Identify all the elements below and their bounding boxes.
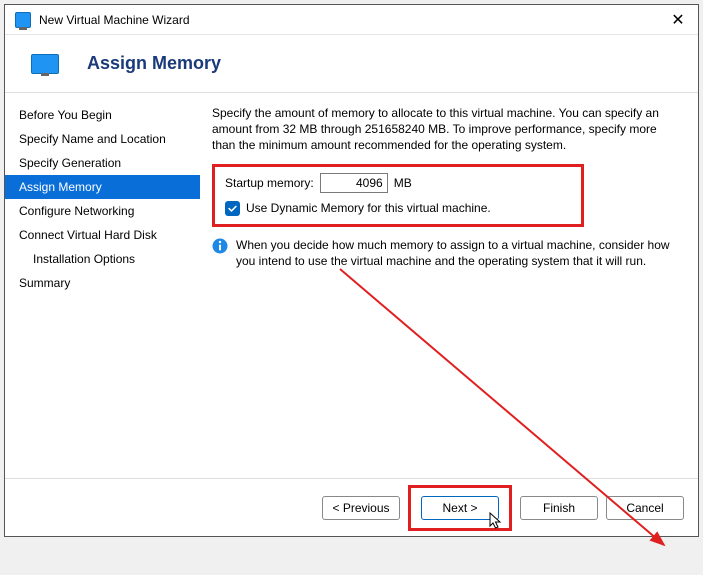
window-title: New Virtual Machine Wizard — [39, 13, 668, 27]
dynamic-memory-checkbox[interactable] — [225, 201, 240, 216]
wizard-window: New Virtual Machine Wizard ✕ Assign Memo… — [4, 4, 699, 537]
startup-memory-label: Startup memory: — [225, 176, 314, 190]
content-pane: Specify the amount of memory to allocate… — [200, 93, 698, 478]
info-row: When you decide how much memory to assig… — [212, 237, 680, 269]
step-summary[interactable]: Summary — [5, 271, 200, 295]
step-specify-generation[interactable]: Specify Generation — [5, 151, 200, 175]
check-icon — [227, 203, 238, 214]
step-installation-options[interactable]: Installation Options — [5, 247, 200, 271]
finish-button[interactable]: Finish — [520, 496, 598, 520]
step-configure-networking[interactable]: Configure Networking — [5, 199, 200, 223]
info-text: When you decide how much memory to assig… — [236, 237, 674, 269]
next-button-highlight: Next > — [408, 485, 512, 531]
previous-button[interactable]: < Previous — [322, 496, 400, 520]
next-button[interactable]: Next > — [421, 496, 499, 520]
app-icon — [15, 12, 31, 28]
wizard-steps: Before You Begin Specify Name and Locati… — [5, 93, 200, 478]
body: Before You Begin Specify Name and Locati… — [5, 92, 698, 478]
startup-memory-unit: MB — [394, 176, 412, 190]
step-connect-vhd[interactable]: Connect Virtual Hard Disk — [5, 223, 200, 247]
page-header: Assign Memory — [5, 35, 698, 92]
dynamic-memory-row: Use Dynamic Memory for this virtual mach… — [225, 201, 571, 216]
cancel-button[interactable]: Cancel — [606, 496, 684, 520]
startup-memory-row: Startup memory: MB — [225, 173, 571, 193]
header-icon — [31, 54, 59, 74]
memory-settings-highlight: Startup memory: MB Use Dynamic Memory fo… — [212, 164, 584, 227]
dynamic-memory-label: Use Dynamic Memory for this virtual mach… — [246, 201, 491, 215]
titlebar: New Virtual Machine Wizard ✕ — [5, 5, 698, 35]
close-icon[interactable]: ✕ — [668, 10, 688, 30]
step-before-you-begin[interactable]: Before You Begin — [5, 103, 200, 127]
step-specify-name-location[interactable]: Specify Name and Location — [5, 127, 200, 151]
page-title: Assign Memory — [87, 53, 221, 74]
info-icon — [212, 238, 228, 254]
cursor-icon — [489, 512, 503, 530]
intro-text: Specify the amount of memory to allocate… — [212, 105, 680, 154]
footer: < Previous Next > Finish Cancel — [5, 478, 698, 536]
step-assign-memory[interactable]: Assign Memory — [5, 175, 200, 199]
startup-memory-input[interactable] — [320, 173, 388, 193]
